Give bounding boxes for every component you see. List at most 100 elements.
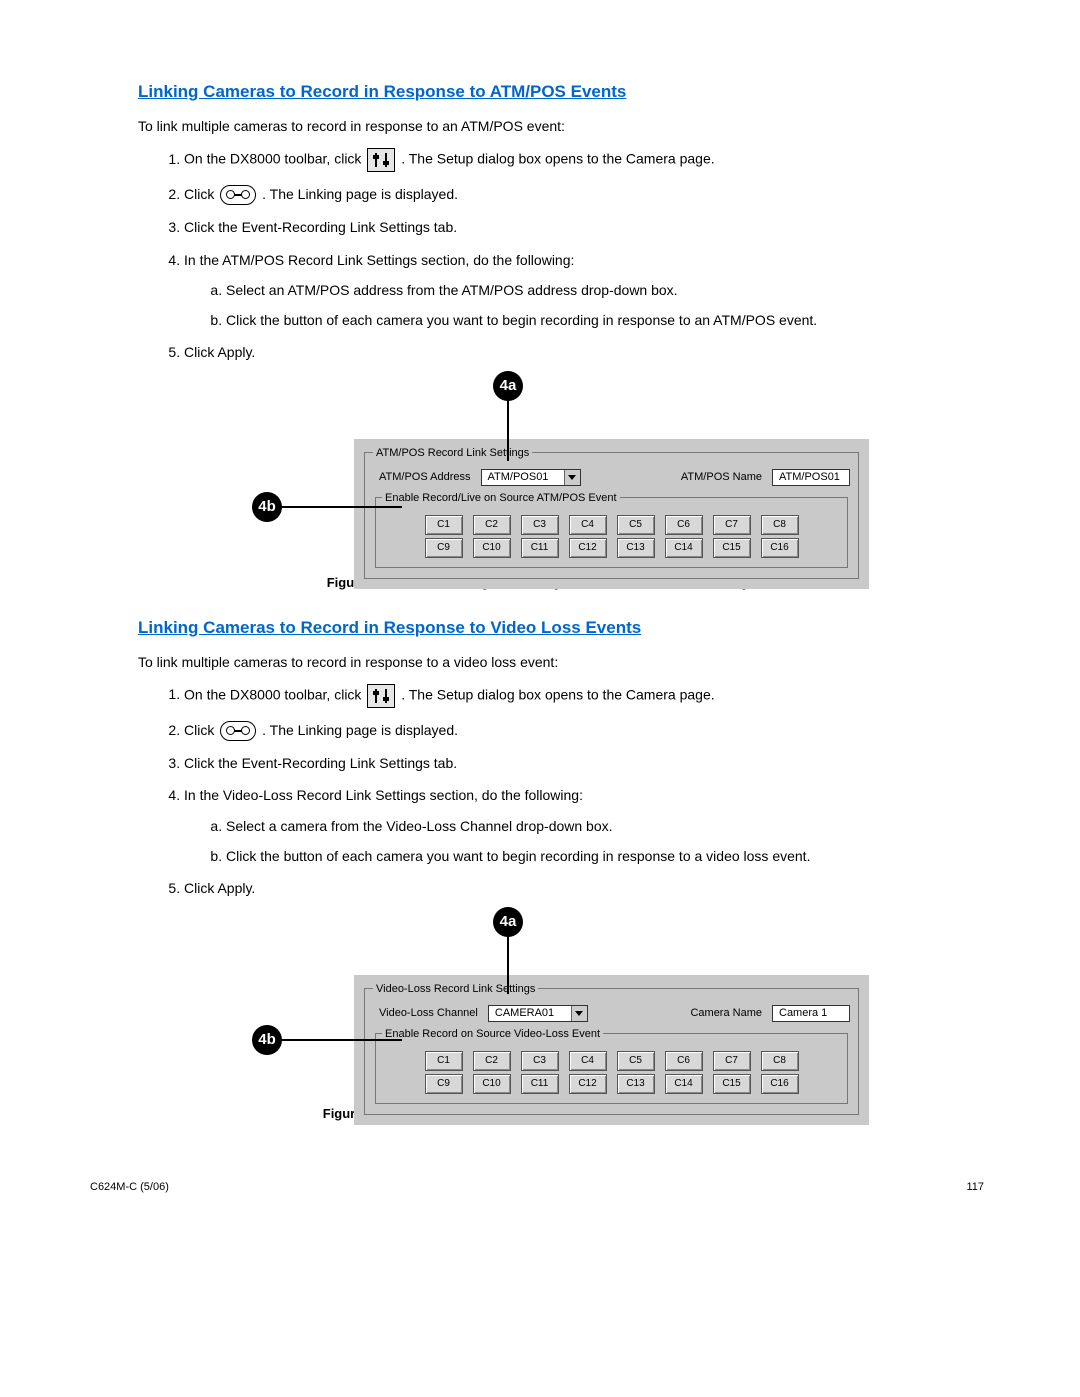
callout-4b: 4b <box>252 1025 282 1055</box>
section1-step2b: . The Linking page is displayed. <box>262 186 458 202</box>
camera-button[interactable]: C12 <box>569 1074 607 1094</box>
dropdown-arrow-icon[interactable] <box>564 470 580 485</box>
camera-button[interactable]: C12 <box>569 538 607 558</box>
figure-83: 4a 4b Video-Loss Record Link Settings Vi… <box>204 935 924 1090</box>
camera-button[interactable]: C7 <box>713 1051 751 1071</box>
video-loss-fieldset: Video-Loss Record Link Settings Video-Lo… <box>364 983 859 1115</box>
atm-pos-address-label: ATM/POS Address <box>379 471 471 483</box>
section2-step1b: . The Setup dialog box opens to the Came… <box>401 686 714 702</box>
section1-step4-text: In the ATM/POS Record Link Settings sect… <box>184 252 574 268</box>
camera-button[interactable]: C13 <box>617 1074 655 1094</box>
section1-step1b: . The Setup dialog box opens to the Came… <box>401 151 714 167</box>
section1-intro: To link multiple cameras to record in re… <box>138 118 990 134</box>
callout-4b: 4b <box>252 492 282 522</box>
section2-title: Linking Cameras to Record in Response to… <box>138 618 990 638</box>
camera-button[interactable]: C5 <box>617 1051 655 1071</box>
linking-icon <box>220 721 256 741</box>
camera-button[interactable]: C14 <box>665 538 703 558</box>
camera-button[interactable]: C8 <box>761 515 799 535</box>
dropdown-arrow-icon[interactable] <box>571 1006 587 1021</box>
video-loss-channel-dropdown[interactable]: CAMERA01 <box>488 1005 588 1022</box>
enable-record-vl-fieldset: Enable Record on Source Video-Loss Event… <box>375 1028 848 1104</box>
video-loss-fieldset-legend: Video-Loss Record Link Settings <box>373 983 538 995</box>
enable-record-vl-legend: Enable Record on Source Video-Loss Event <box>382 1028 603 1040</box>
section1-step1a: On the DX8000 toolbar, click <box>184 151 361 167</box>
camera-button[interactable]: C2 <box>473 515 511 535</box>
section2-intro: To link multiple cameras to record in re… <box>138 654 990 670</box>
section2-step2a: Click <box>184 722 214 738</box>
callout-4a: 4a <box>493 907 523 937</box>
footer-right: 117 <box>966 1181 984 1193</box>
linking-icon <box>220 185 256 205</box>
camera-button[interactable]: C9 <box>425 1074 463 1094</box>
section2-steps: On the DX8000 toolbar, click . The Setup… <box>138 684 990 899</box>
cam-row-1: C1 C2 C3 C4 C5 C6 C7 C8 <box>382 1051 841 1071</box>
enable-record-legend: Enable Record/Live on Source ATM/POS Eve… <box>382 492 620 504</box>
video-loss-panel: Video-Loss Record Link Settings Video-Lo… <box>354 975 869 1125</box>
camera-button[interactable]: C6 <box>665 515 703 535</box>
atm-pos-name-field[interactable]: ATM/POS01 <box>772 469 850 486</box>
section1-step4: In the ATM/POS Record Link Settings sect… <box>184 250 990 331</box>
section2-step3: Click the Event-Recording Link Settings … <box>184 753 990 773</box>
atm-pos-name-label: ATM/POS Name <box>681 471 762 483</box>
camera-button[interactable]: C3 <box>521 515 559 535</box>
footer-left: C624M-C (5/06) <box>90 1181 169 1193</box>
video-loss-channel-label: Video-Loss Channel <box>379 1007 478 1019</box>
section2-step4-text: In the Video-Loss Record Link Settings s… <box>184 787 583 803</box>
setup-icon <box>367 148 395 172</box>
atm-pos-fieldset: ATM/POS Record Link Settings ATM/POS Add… <box>364 447 859 579</box>
section2-step4a: Select a camera from the Video-Loss Chan… <box>226 816 990 836</box>
section1-step1: On the DX8000 toolbar, click . The Setup… <box>184 148 990 172</box>
callout-4b-line <box>282 1039 402 1041</box>
camera-button[interactable]: C5 <box>617 515 655 535</box>
atm-pos-address-dropdown[interactable]: ATM/POS01 <box>481 469 581 486</box>
atm-pos-panel: ATM/POS Record Link Settings ATM/POS Add… <box>354 439 869 589</box>
callout-4a: 4a <box>493 371 523 401</box>
callout-4a-line <box>507 401 509 461</box>
video-loss-channel-value: CAMERA01 <box>489 1006 571 1021</box>
section1-step5: Click Apply. <box>184 342 990 362</box>
section1-step2: Click . The Linking page is displayed. <box>184 184 990 205</box>
camera-button[interactable]: C2 <box>473 1051 511 1071</box>
callout-4b-line <box>282 506 402 508</box>
page: Linking Cameras to Record in Response to… <box>0 0 1080 1397</box>
section2-step1: On the DX8000 toolbar, click . The Setup… <box>184 684 990 708</box>
camera-button[interactable]: C10 <box>473 538 511 558</box>
section2-step5: Click Apply. <box>184 878 990 898</box>
section1-step3: Click the Event-Recording Link Settings … <box>184 217 990 237</box>
section1-title: Linking Cameras to Record in Response to… <box>138 82 990 102</box>
camera-button[interactable]: C15 <box>713 538 751 558</box>
camera-button[interactable]: C4 <box>569 1051 607 1071</box>
section2-step4: In the Video-Loss Record Link Settings s… <box>184 785 990 866</box>
section2-step2: Click . The Linking page is displayed. <box>184 720 990 741</box>
section1-step4b: Click the button of each camera you want… <box>226 310 990 330</box>
camera-button[interactable]: C1 <box>425 515 463 535</box>
section1-step4a: Select an ATM/POS address from the ATM/P… <box>226 280 990 300</box>
section2-step2b: . The Linking page is displayed. <box>262 722 458 738</box>
camera-button[interactable]: C14 <box>665 1074 703 1094</box>
atm-pos-address-value: ATM/POS01 <box>482 470 564 485</box>
camera-button[interactable]: C9 <box>425 538 463 558</box>
camera-button[interactable]: C13 <box>617 538 655 558</box>
camera-button[interactable]: C6 <box>665 1051 703 1071</box>
camera-button[interactable]: C1 <box>425 1051 463 1071</box>
camera-button[interactable]: C3 <box>521 1051 559 1071</box>
camera-button[interactable]: C4 <box>569 515 607 535</box>
camera-button[interactable]: C11 <box>521 538 559 558</box>
figure-82: 4a 4b ATM/POS Record Link Settings ATM/P… <box>204 399 924 559</box>
camera-button[interactable]: C16 <box>761 1074 799 1094</box>
camera-button[interactable]: C16 <box>761 538 799 558</box>
section1-steps: On the DX8000 toolbar, click . The Setup… <box>138 148 990 363</box>
section2-step1a: On the DX8000 toolbar, click <box>184 686 361 702</box>
camera-button[interactable]: C15 <box>713 1074 751 1094</box>
camera-name-field[interactable]: Camera 1 <box>772 1005 850 1022</box>
enable-record-fieldset: Enable Record/Live on Source ATM/POS Eve… <box>375 492 848 568</box>
cam-row-2: C9 C10 C11 C12 C13 C14 C15 C16 <box>382 1074 841 1094</box>
section2-step4b: Click the button of each camera you want… <box>226 846 990 866</box>
cam-row-1: C1 C2 C3 C4 C5 C6 C7 C8 <box>382 515 841 535</box>
camera-button[interactable]: C11 <box>521 1074 559 1094</box>
camera-button[interactable]: C8 <box>761 1051 799 1071</box>
camera-button[interactable]: C7 <box>713 515 751 535</box>
camera-name-label: Camera Name <box>690 1007 762 1019</box>
camera-button[interactable]: C10 <box>473 1074 511 1094</box>
